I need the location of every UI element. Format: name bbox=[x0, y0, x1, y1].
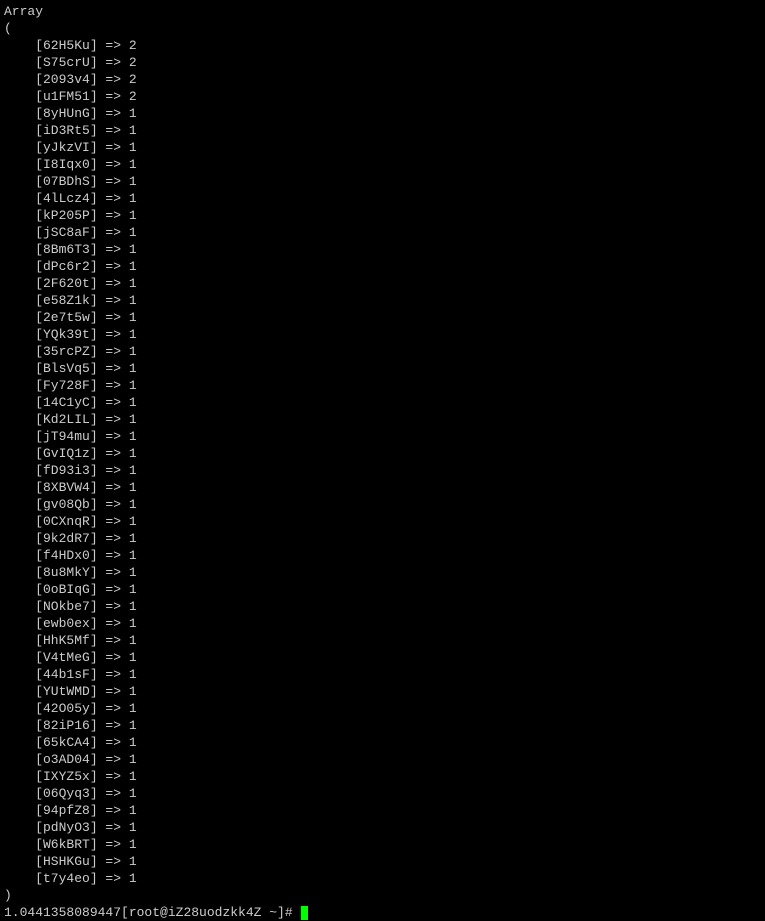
array-entry: [8yHUnG] => 1 bbox=[4, 105, 765, 122]
array-entry: [Fy728F] => 1 bbox=[4, 377, 765, 394]
array-entry: [HhK5Mf] => 1 bbox=[4, 632, 765, 649]
array-entry: [HSHKGu] => 1 bbox=[4, 853, 765, 870]
array-open-paren: ( bbox=[4, 20, 765, 37]
array-entry: [YUtWMD] => 1 bbox=[4, 683, 765, 700]
array-entries: [62H5Ku] => 2 [S75crU] => 2 [2093v4] => … bbox=[4, 37, 765, 887]
array-entry: [t7y4eo] => 1 bbox=[4, 870, 765, 887]
array-entry: [82iP16] => 1 bbox=[4, 717, 765, 734]
array-entry: [2F620t] => 1 bbox=[4, 275, 765, 292]
array-entry: [06Qyq3] => 1 bbox=[4, 785, 765, 802]
array-entry: [gv08Qb] => 1 bbox=[4, 496, 765, 513]
array-entry: [e58Z1k] => 1 bbox=[4, 292, 765, 309]
array-entry: [94pfZ8] => 1 bbox=[4, 802, 765, 819]
array-entry: [9k2dR7] => 1 bbox=[4, 530, 765, 547]
array-entry: [Kd2LIL] => 1 bbox=[4, 411, 765, 428]
array-entry: [BlsVq5] => 1 bbox=[4, 360, 765, 377]
array-entry: [65kCA4] => 1 bbox=[4, 734, 765, 751]
array-entry: [NOkbe7] => 1 bbox=[4, 598, 765, 615]
array-entry: [44b1sF] => 1 bbox=[4, 666, 765, 683]
array-entry: [42O05y] => 1 bbox=[4, 700, 765, 717]
array-entry: [0oBIqG] => 1 bbox=[4, 581, 765, 598]
array-entry: [14C1yC] => 1 bbox=[4, 394, 765, 411]
array-entry: [07BDhS] => 1 bbox=[4, 173, 765, 190]
array-entry: [YQk39t] => 1 bbox=[4, 326, 765, 343]
array-entry: [ewb0ex] => 1 bbox=[4, 615, 765, 632]
array-entry: [pdNyO3] => 1 bbox=[4, 819, 765, 836]
array-entry: [V4tMeG] => 1 bbox=[4, 649, 765, 666]
array-entry: [62H5Ku] => 2 bbox=[4, 37, 765, 54]
array-entry: [2e7t5w] => 1 bbox=[4, 309, 765, 326]
array-entry: [I8Iqx0] => 1 bbox=[4, 156, 765, 173]
array-entry: [o3AD04] => 1 bbox=[4, 751, 765, 768]
prompt-line[interactable]: 1.0441358089447[root@iZ28uodzkk4Z ~]# bbox=[4, 904, 765, 921]
shell-prompt: [root@iZ28uodzkk4Z ~]# bbox=[121, 905, 300, 920]
terminal-output[interactable]: Array ( [62H5Ku] => 2 [S75crU] => 2 [209… bbox=[4, 3, 765, 921]
array-entry: [GvIQ1z] => 1 bbox=[4, 445, 765, 462]
array-entry: [u1FM51] => 2 bbox=[4, 88, 765, 105]
array-entry: [8u8MkY] => 1 bbox=[4, 564, 765, 581]
array-entry: [iD3Rt5] => 1 bbox=[4, 122, 765, 139]
array-entry: [jT94mu] => 1 bbox=[4, 428, 765, 445]
array-entry: [8Bm6T3] => 1 bbox=[4, 241, 765, 258]
array-entry: [jSC8aF] => 1 bbox=[4, 224, 765, 241]
timing-value: 1.0441358089447 bbox=[4, 905, 121, 920]
array-entry: [fD93i3] => 1 bbox=[4, 462, 765, 479]
array-close-paren: ) bbox=[4, 887, 765, 904]
array-entry: [2093v4] => 2 bbox=[4, 71, 765, 88]
array-entry: [S75crU] => 2 bbox=[4, 54, 765, 71]
array-entry: [4lLcz4] => 1 bbox=[4, 190, 765, 207]
array-entry: [8XBVW4] => 1 bbox=[4, 479, 765, 496]
array-entry: [IXYZ5x] => 1 bbox=[4, 768, 765, 785]
array-header: Array bbox=[4, 3, 765, 20]
array-entry: [kP205P] => 1 bbox=[4, 207, 765, 224]
array-entry: [yJkzVI] => 1 bbox=[4, 139, 765, 156]
array-entry: [W6kBRT] => 1 bbox=[4, 836, 765, 853]
array-entry: [0CXnqR] => 1 bbox=[4, 513, 765, 530]
cursor-icon bbox=[301, 906, 308, 920]
array-entry: [dPc6r2] => 1 bbox=[4, 258, 765, 275]
array-entry: [35rcPZ] => 1 bbox=[4, 343, 765, 360]
array-entry: [f4HDx0] => 1 bbox=[4, 547, 765, 564]
